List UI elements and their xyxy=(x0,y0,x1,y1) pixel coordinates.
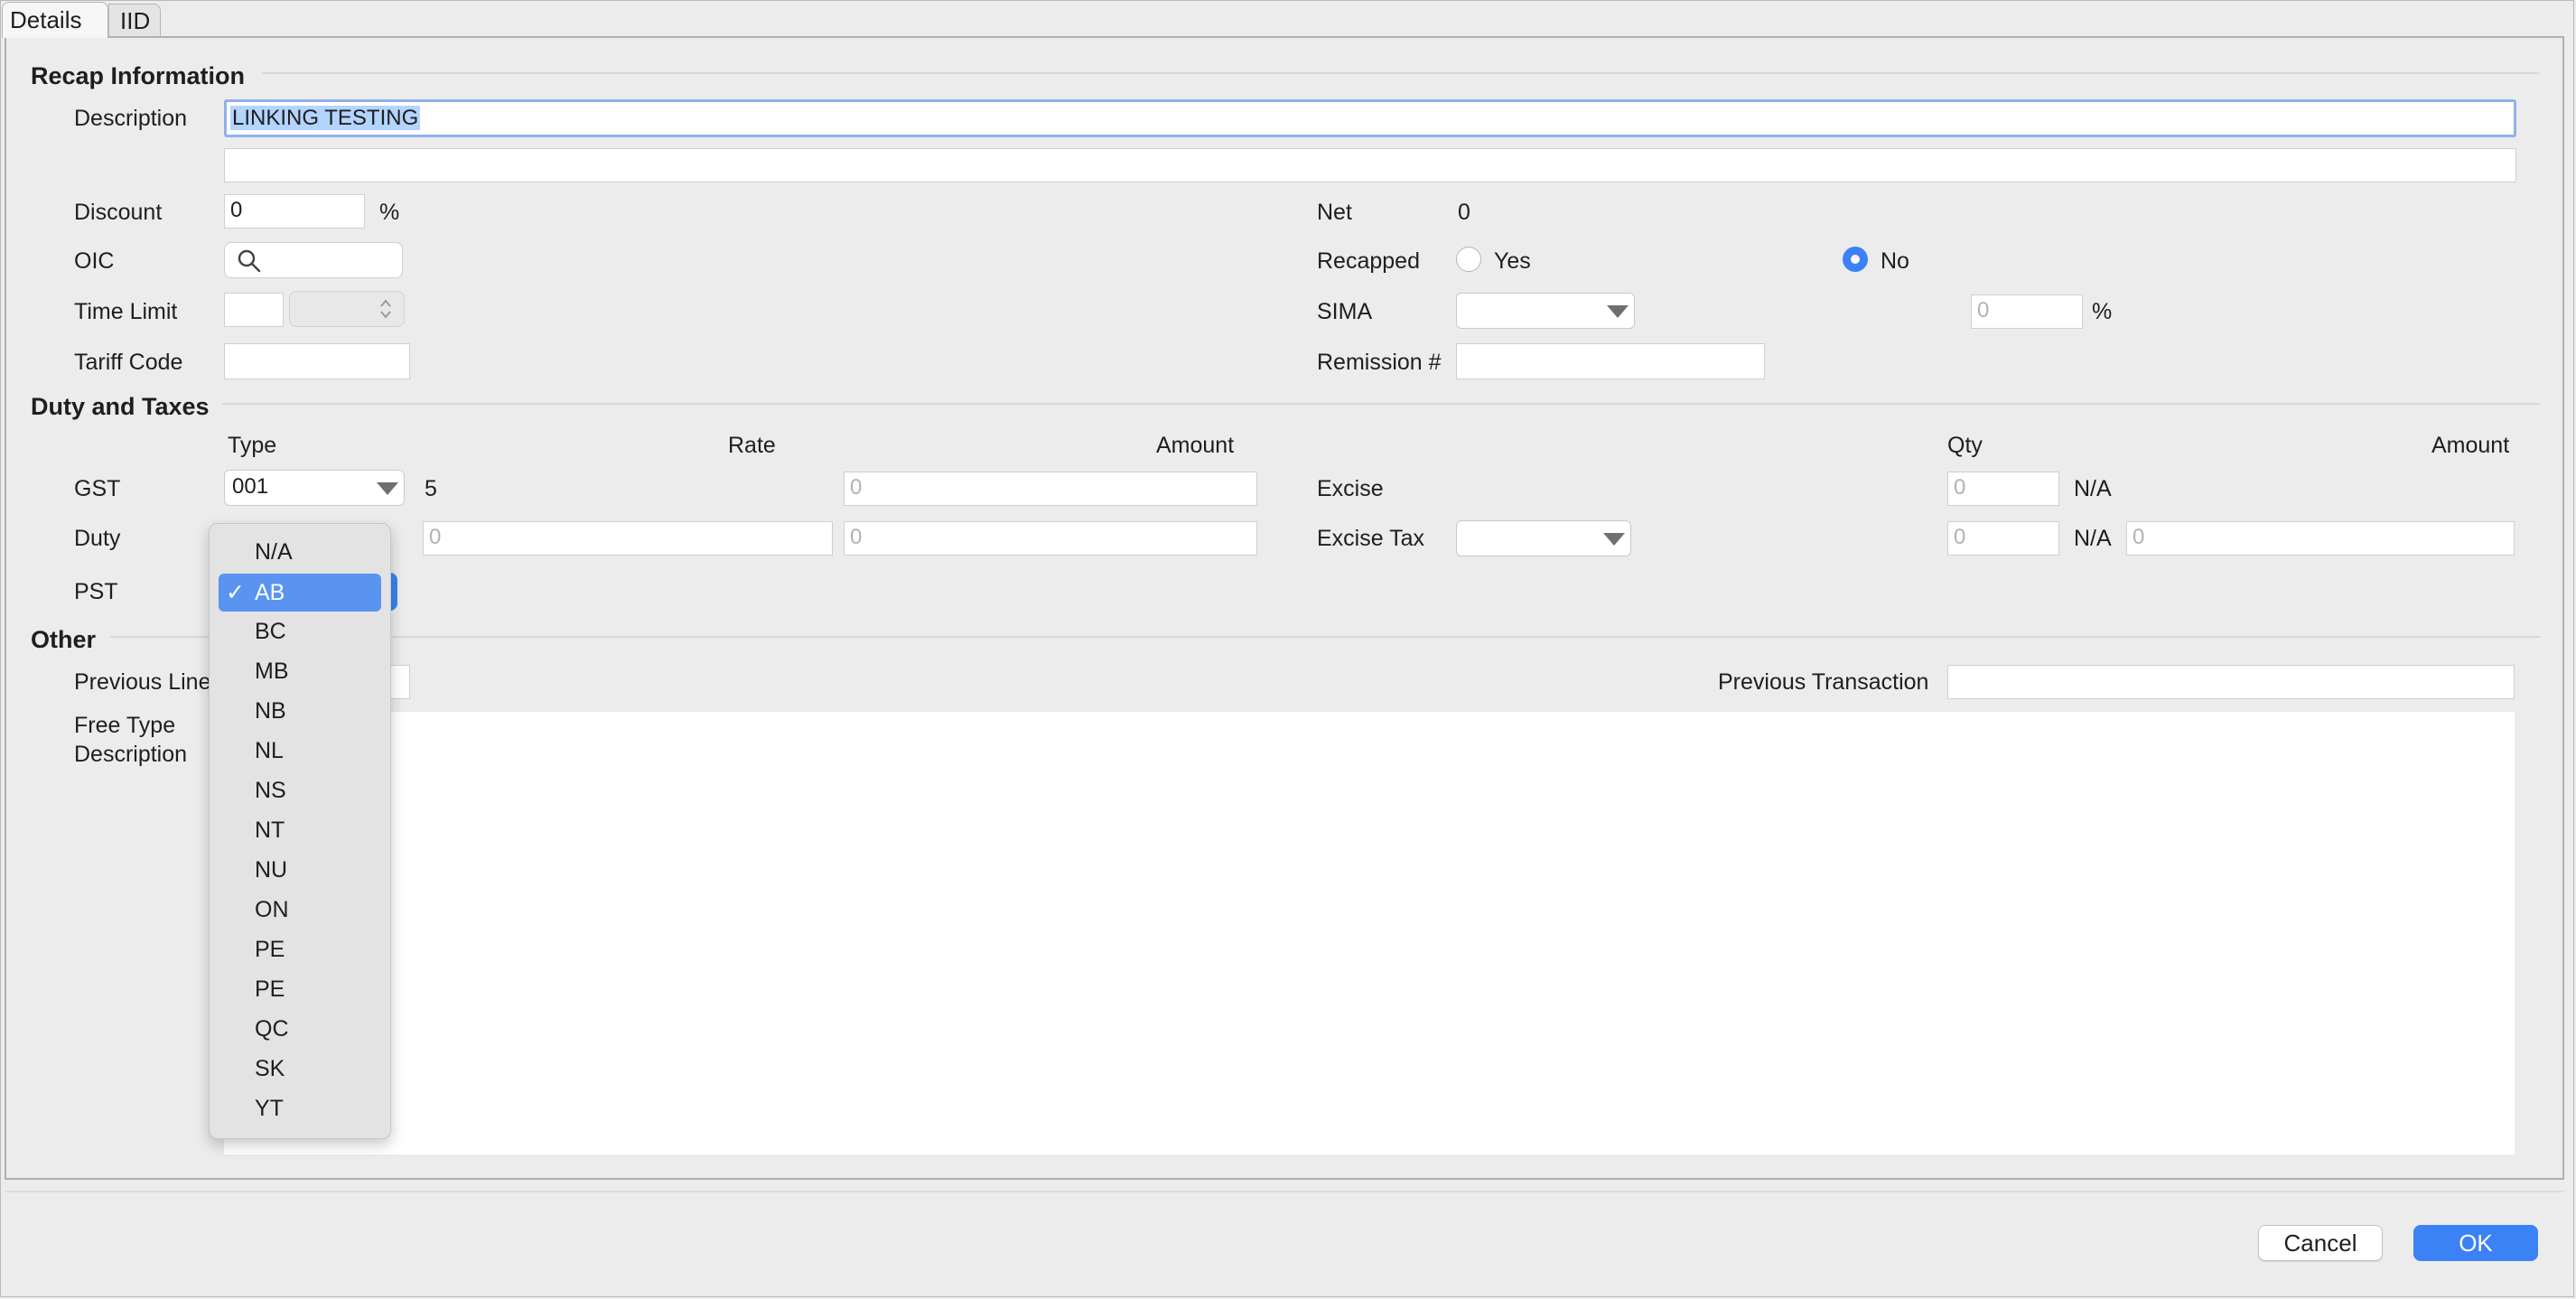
cancel-button-label: Cancel xyxy=(2283,1229,2357,1257)
pst-option-nu[interactable]: NU xyxy=(255,856,287,883)
section-separator xyxy=(262,72,2540,74)
excise-tax-amount-input[interactable]: 0 xyxy=(2126,521,2515,556)
tab-details-label: Details xyxy=(10,6,82,33)
previous-transaction-input[interactable] xyxy=(1947,665,2515,699)
recapped-no-label: No xyxy=(1881,248,1909,274)
excise-label: Excise xyxy=(1317,476,1384,501)
section-separator xyxy=(110,636,2540,638)
pst-option-na[interactable]: N/A xyxy=(255,538,293,565)
gst-amount-input[interactable]: 0 xyxy=(844,472,1257,506)
pst-option-ab[interactable]: ✓ AB xyxy=(219,574,381,612)
cancel-button[interactable]: Cancel xyxy=(2258,1225,2383,1261)
sima-percent-input[interactable]: 0 xyxy=(1971,294,2083,329)
net-label: Net xyxy=(1317,200,1352,225)
chevron-down-icon xyxy=(1603,533,1625,546)
previous-transaction-label: Previous Transaction xyxy=(1718,669,1929,695)
pst-option-nl[interactable]: NL xyxy=(255,737,284,764)
col-qty-header: Qty xyxy=(1947,433,1983,458)
pst-option-on[interactable]: ON xyxy=(255,896,289,923)
description-input[interactable]: LINKING TESTING xyxy=(224,99,2516,137)
excise-tax-qty-input[interactable]: 0 xyxy=(1947,521,2059,556)
pst-option-mb[interactable]: MB xyxy=(255,658,289,685)
col-type-header: Type xyxy=(228,433,277,458)
recapped-yes-label: Yes xyxy=(1494,248,1531,274)
tariff-code-label: Tariff Code xyxy=(74,350,183,375)
remission-input[interactable] xyxy=(1456,343,1765,379)
oic-search-field[interactable] xyxy=(224,242,403,278)
sima-select[interactable] xyxy=(1456,293,1635,329)
recapped-label: Recapped xyxy=(1317,248,1420,274)
gst-label: GST xyxy=(74,476,121,501)
section-heading-duty: Duty and Taxes xyxy=(31,393,210,420)
gst-rate: 5 xyxy=(425,476,437,501)
discount-unit: % xyxy=(379,200,400,225)
chevron-down-icon xyxy=(377,482,398,495)
net-value: 0 xyxy=(1458,200,1470,225)
pst-dropdown-menu: N/A ✓ AB BC MB NB NL NS NT NU ON PE PE Q… xyxy=(209,523,391,1139)
free-type-label: Free Type xyxy=(74,713,176,738)
excise-tax-unit: N/A xyxy=(2074,526,2112,551)
pst-option-qc[interactable]: QC xyxy=(255,1015,289,1042)
footer-separator xyxy=(5,1191,2564,1192)
tab-details[interactable]: Details xyxy=(2,2,108,38)
section-separator xyxy=(222,403,2540,405)
excise-unit: N/A xyxy=(2074,476,2112,501)
pst-option-ab-label: AB xyxy=(255,580,285,605)
tab-iid-label: IID xyxy=(120,7,151,34)
duty-amount-input[interactable]: 0 xyxy=(844,521,1257,556)
pst-option-ns[interactable]: NS xyxy=(255,777,286,804)
ok-button-label: OK xyxy=(2459,1229,2493,1257)
section-heading-recap: Recap Information xyxy=(31,62,246,89)
section-heading-other: Other xyxy=(31,626,97,653)
search-icon xyxy=(238,249,261,273)
gst-type-value: 001 xyxy=(232,474,269,499)
gst-type-select[interactable]: 001 xyxy=(224,470,405,506)
oic-label: OIC xyxy=(74,248,115,274)
free-type-label-2: Description xyxy=(74,742,188,767)
pst-option-pe[interactable]: PE xyxy=(255,936,285,963)
col-rate-header: Rate xyxy=(728,433,776,458)
pst-option-pe-2[interactable]: PE xyxy=(255,976,285,1003)
pst-option-bc[interactable]: BC xyxy=(255,618,286,645)
description-label: Description xyxy=(74,106,188,131)
checkmark-icon: ✓ xyxy=(226,580,245,605)
excise-tax-select[interactable] xyxy=(1456,520,1631,556)
ok-button[interactable]: OK xyxy=(2413,1225,2538,1261)
time-limit-label: Time Limit xyxy=(74,299,178,324)
discount-label: Discount xyxy=(74,200,163,225)
pst-label: PST xyxy=(74,579,118,604)
remission-label: Remission # xyxy=(1317,350,1442,375)
sima-label: SIMA xyxy=(1317,299,1373,324)
chevron-down-icon xyxy=(1607,305,1629,318)
pst-option-nt[interactable]: NT xyxy=(255,817,285,844)
recapped-no-radio[interactable] xyxy=(1843,247,1868,272)
description-selected-text: LINKING TESTING xyxy=(230,106,421,130)
excise-qty-input[interactable]: 0 xyxy=(1947,472,2059,506)
free-type-description-textarea[interactable] xyxy=(224,712,2515,1154)
duty-label: Duty xyxy=(74,526,121,551)
time-limit-input[interactable] xyxy=(224,293,284,327)
previous-line-label: Previous Line xyxy=(74,669,211,695)
excise-tax-label: Excise Tax xyxy=(1317,526,1425,551)
sima-percent-unit: % xyxy=(2092,299,2113,324)
tariff-code-input[interactable] xyxy=(224,343,410,379)
col-amount-header: Amount xyxy=(1156,433,1235,458)
col-amount2-header: Amount xyxy=(2431,433,2510,458)
time-limit-stepper[interactable] xyxy=(289,291,405,327)
pst-option-sk[interactable]: SK xyxy=(255,1055,285,1082)
stepper-arrows-icon xyxy=(380,299,391,319)
duty-rate-input[interactable]: 0 xyxy=(423,521,833,556)
pst-option-nb[interactable]: NB xyxy=(255,697,286,724)
discount-input[interactable]: 0 xyxy=(224,194,365,229)
pst-option-yt[interactable]: YT xyxy=(255,1095,284,1122)
tab-iid[interactable]: IID xyxy=(108,4,161,38)
recapped-yes-radio[interactable] xyxy=(1456,247,1481,272)
description-line2-input[interactable] xyxy=(224,148,2516,182)
